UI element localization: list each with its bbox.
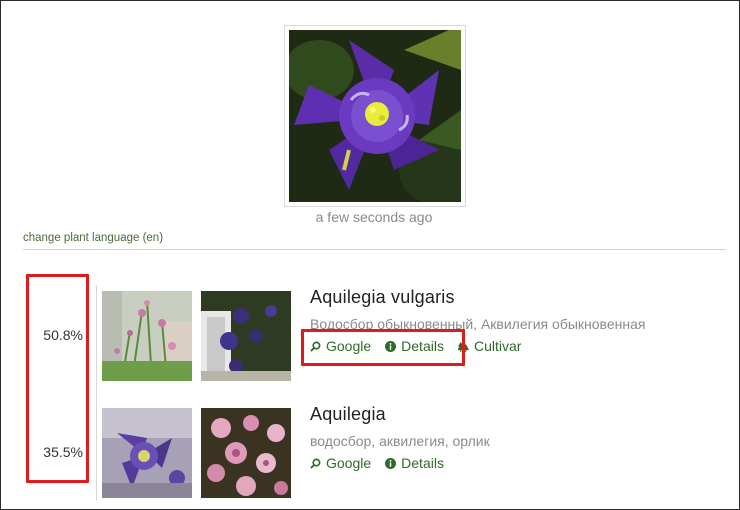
thumbnail-image (201, 408, 291, 498)
google-link-label: Google (326, 338, 372, 354)
upload-timestamp: a few seconds ago (315, 209, 433, 225)
columbine-flower-image (289, 30, 461, 202)
cultivar-link-label: Cultivar (473, 338, 522, 354)
google-link-label: Google (326, 455, 372, 471)
magnifier-icon (310, 458, 321, 469)
info-circle-icon (385, 340, 397, 352)
result-thumbnail[interactable] (201, 291, 291, 381)
results-separator (96, 285, 97, 501)
google-search-link[interactable]: Google (310, 455, 371, 471)
magnifier-icon (310, 341, 321, 352)
tree-icon (457, 341, 469, 352)
result-links: Google Details Cultivar (310, 338, 521, 354)
result-score: 50.8% (43, 327, 83, 343)
result-score: 35.5% (43, 444, 83, 460)
uploaded-plant-photo[interactable] (284, 25, 466, 207)
result-common-names: Водосбор обыкновенный, Аквилегия обыкнов… (310, 316, 646, 332)
cultivar-link[interactable]: Cultivar (457, 338, 522, 354)
result-thumbnail[interactable] (102, 408, 192, 498)
thumbnail-image (102, 408, 192, 498)
google-search-link[interactable]: Google (310, 338, 371, 354)
result-plant-name[interactable]: Aquilegia (310, 404, 386, 425)
change-language-link[interactable]: change plant language (en) (23, 232, 163, 244)
thumbnail-image (201, 291, 291, 381)
info-circle-icon (385, 457, 397, 469)
result-common-names: водосбор, аквилегия, орлик (310, 433, 490, 449)
details-link-label: Details (401, 455, 444, 471)
result-thumbnail[interactable] (102, 291, 192, 381)
divider (23, 249, 726, 250)
result-links: Google Details (310, 455, 444, 471)
result-thumbnail[interactable] (201, 408, 291, 498)
result-plant-name[interactable]: Aquilegia vulgaris (310, 287, 455, 308)
thumbnail-image (102, 291, 192, 381)
app-frame: a few seconds ago change plant language … (0, 0, 740, 510)
details-link[interactable]: Details (385, 338, 444, 354)
details-link-label: Details (401, 338, 444, 354)
details-link[interactable]: Details (385, 455, 444, 471)
